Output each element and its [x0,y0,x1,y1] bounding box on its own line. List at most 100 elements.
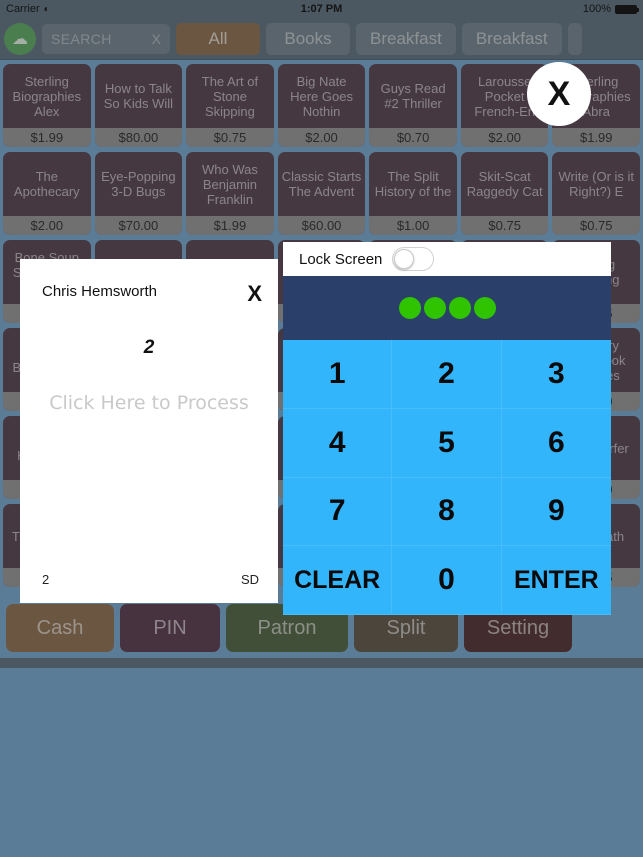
search-input[interactable]: SEARCH X [42,23,170,54]
cash-button[interactable]: Cash [6,604,114,652]
lock-screen-row: Lock Screen [283,242,611,276]
tab-books[interactable]: Books [266,22,350,55]
battery-percent-label: 100% [582,3,611,15]
product-tile[interactable]: Skit-Scat Raggedy Cat $0.75 [460,152,549,235]
product-price: $1.99 [186,216,274,235]
product-name: Classic Starts The Advent [281,169,362,199]
product-price: $0.75 [460,216,549,235]
product-name: The Apothecary [13,169,80,199]
toggle-knob [394,249,415,269]
key-5[interactable]: 5 [392,408,502,478]
close-icon: X [547,74,571,113]
pin-button[interactable]: PIN [120,604,220,652]
product-name: The Art of Stone Skipping [201,73,259,119]
keypad-grid: 1 2 3 4 5 6 7 8 9 CLEAR 0 ENTER [283,340,611,615]
patron-footer-right: SD [240,572,259,587]
patron-modal-header: Chris Hemsworth X [20,259,278,305]
tab-breakfast-2[interactable]: Breakfast [461,22,562,55]
key-7[interactable]: 7 [283,477,393,547]
product-name: Skit-Scat Raggedy Cat [466,169,543,199]
tab-breakfast-1[interactable]: Breakfast [356,22,456,55]
product-price: $1.99 [552,128,641,147]
product-tile[interactable]: Big Nate Here Goes Nothin $2.00 [277,64,366,147]
patron-modal: Chris Hemsworth X 2 Click Here to Proces… [20,259,278,603]
status-bar-right: 100% [582,3,639,15]
patron-footer-left: 2 [42,572,50,587]
key-2[interactable]: 2 [392,340,502,409]
product-name: Write (Or is it Right?) E [558,169,635,199]
product-price: $1.99 [3,128,91,147]
patron-modal-footer: 2 SD [20,572,278,603]
key-clear[interactable]: CLEAR [283,546,393,615]
product-price: $2.00 [460,128,549,147]
product-name: Sterling Biographies Alex [12,73,82,119]
product-price: $2.00 [3,216,91,235]
battery-icon [615,4,639,14]
product-tile[interactable]: Guys Read #2 Thriller $0.70 [369,64,457,147]
action-label: Patron [257,616,317,639]
product-tile[interactable]: Write (Or is it Right?) E $0.75 [552,152,641,235]
tab-label: Breakfast [475,28,548,48]
tab-all[interactable]: All [176,22,260,55]
product-price: $70.00 [94,216,183,235]
product-name: The Split History of the [374,169,452,199]
process-hint[interactable]: Click Here to Process [20,392,278,414]
pin-dot [423,297,446,319]
pin-display [283,276,611,340]
product-tile[interactable]: How to Talk So Kids Will $80.00 [94,64,183,147]
key-8[interactable]: 8 [392,477,502,547]
product-tile[interactable]: The Split History of the $1.00 [369,152,457,235]
key-enter[interactable]: ENTER [501,546,611,615]
lock-screen-label: Lock Screen [299,250,383,268]
key-9[interactable]: 9 [501,477,611,547]
product-price: $0.70 [369,128,457,147]
search-clear-icon[interactable]: X [152,31,161,47]
patron-modal-close-icon[interactable]: X [247,283,262,305]
product-tile[interactable]: The Art of Stone Skipping $0.75 [186,64,274,147]
product-price: $2.00 [277,128,366,147]
pin-keypad-modal: Lock Screen 1 2 3 4 5 6 7 8 9 CLEAR 0 EN… [283,242,611,615]
patron-name: Chris Hemsworth [42,283,158,300]
search-placeholder: SEARCH [51,30,112,47]
status-bar-time: 1:07 PM [300,3,343,15]
tab-label: Breakfast [370,28,442,48]
product-price: $80.00 [94,128,183,147]
cloud-sync-icon[interactable]: ☁ [4,22,36,55]
product-name: How to Talk So Kids Will [103,81,174,111]
product-tile[interactable]: The Apothecary $2.00 [3,152,91,235]
product-tile[interactable]: Who Was Benjamin Franklin $1.99 [186,152,274,235]
product-price: $0.75 [552,216,641,235]
patron-quantity: 2 [143,337,155,358]
product-grid-row: The Apothecary $2.00 Eye-Popping 3-D Bugs… [3,152,641,235]
product-price: $60.00 [277,216,366,235]
product-tile[interactable]: Classic Starts The Advent $60.00 [277,152,366,235]
product-tile[interactable]: Eye-Popping 3-D Bugs $70.00 [94,152,183,235]
background-layer: Carrier ◐ 1:07 PM 100% ☁ SEARCH X All Bo… [0,0,643,668]
product-price: $1.00 [369,216,457,235]
cart-panel: 3 Pepsi $2.10 @ $0.70 each + - 1 Sprite … [0,658,643,668]
lock-screen-toggle[interactable] [392,247,435,271]
action-label: Cash [36,616,84,639]
tab-overflow[interactable] [567,22,582,55]
action-label: Setting [486,616,550,639]
key-4[interactable]: 4 [283,408,393,478]
pin-dot [448,297,471,319]
product-tile[interactable]: Sterling Biographies Alex $1.99 [3,64,91,147]
pin-dot [473,297,496,319]
tab-label: All [208,28,228,48]
action-label: Split [386,616,426,639]
product-name: Big Nate Here Goes Nothin [290,73,353,119]
action-label: PIN [153,616,187,639]
product-name: Guys Read #2 Thriller [380,81,446,111]
close-overlay-button[interactable]: X [527,62,591,126]
key-6[interactable]: 6 [501,408,611,478]
key-3[interactable]: 3 [501,340,611,409]
pos-app-screen: Carrier ◐ 1:07 PM 100% ☁ SEARCH X All Bo… [0,0,643,857]
tab-label: Books [284,28,332,48]
product-name: Eye-Popping 3-D Bugs [101,169,176,199]
pin-dot [398,297,421,319]
key-1[interactable]: 1 [283,340,393,409]
product-name: Who Was Benjamin Franklin [202,161,258,207]
key-0[interactable]: 0 [392,546,502,615]
product-price: $0.75 [186,128,274,147]
